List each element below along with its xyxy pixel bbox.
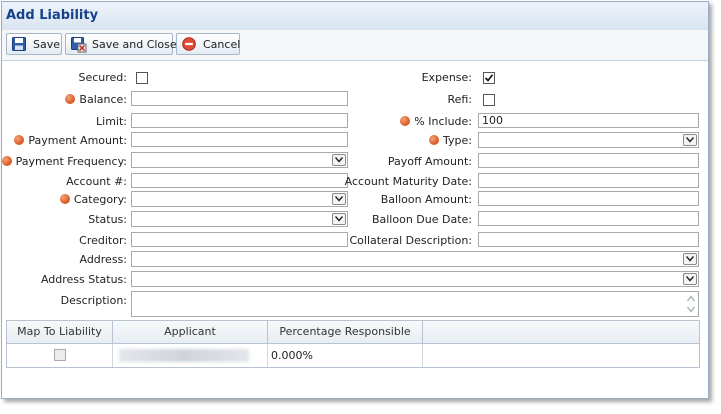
chevron-down-icon[interactable] (332, 213, 346, 225)
account-maturity-date-input[interactable] (478, 173, 699, 188)
balloon-due-date-input[interactable] (478, 211, 699, 226)
description-textarea[interactable] (131, 291, 699, 317)
category-select[interactable] (131, 191, 348, 207)
chevron-down-icon[interactable] (683, 273, 697, 285)
required-marker-icon (429, 135, 440, 145)
applicant-cell (113, 344, 268, 367)
grid-header-percentage-responsible[interactable]: Percentage Responsible (268, 321, 423, 343)
include-label-wrap: % Include: (400, 115, 472, 128)
cancel-button-label: Cancel (203, 38, 241, 51)
required-marker-icon (65, 94, 76, 104)
collateral-description-input[interactable] (478, 232, 699, 247)
payment-amount-label: Payment Amount: (28, 134, 127, 147)
secured-checkbox[interactable] (136, 72, 148, 84)
applicant-grid: Map To Liability Applicant Percentage Re… (6, 320, 700, 368)
limit-label: Limit: (96, 115, 127, 128)
balloon-amount-input[interactable] (478, 191, 699, 206)
payment-frequency-label-wrap: Payment Frequency: (1, 155, 127, 168)
grid-header: Map To Liability Applicant Percentage Re… (7, 321, 699, 344)
expense-label: Expense: (421, 71, 472, 84)
include-label: % Include: (414, 115, 472, 128)
save-and-close-button-label: Save and Close (92, 38, 177, 51)
chevron-down-icon[interactable] (332, 154, 346, 166)
type-select[interactable] (478, 132, 699, 148)
balloon-due-date-label: Balloon Due Date: (371, 213, 472, 226)
required-marker-icon (400, 116, 411, 126)
status-select[interactable] (131, 211, 348, 227)
status-label: Status: (88, 213, 127, 226)
map-to-liability-cell (7, 344, 113, 367)
map-to-liability-checkbox[interactable] (54, 349, 66, 361)
type-label-wrap: Type: (429, 134, 472, 147)
dialog-title: Add Liability (6, 8, 99, 23)
payoff-amount-label: Payoff Amount: (387, 155, 472, 168)
balance-input[interactable] (131, 91, 348, 106)
cancel-icon (182, 37, 196, 51)
creditor-label: Creditor: (79, 234, 127, 247)
category-label-wrap: Category: (59, 193, 127, 206)
save-button[interactable]: Save (6, 33, 62, 55)
address-label: Address: (79, 253, 127, 266)
textarea-scroll-arrows-icon[interactable] (686, 293, 696, 315)
percentage-responsible-cell: 0.000% (268, 344, 423, 367)
address-select[interactable] (131, 251, 699, 267)
payment-frequency-select[interactable] (131, 152, 348, 168)
required-marker-icon (59, 194, 70, 204)
address-status-select[interactable] (131, 271, 699, 287)
dialog-title-bar: Add Liability (2, 2, 708, 31)
secured-label: Secured: (78, 71, 127, 84)
expense-checkbox[interactable] (483, 72, 495, 84)
account-number-input[interactable] (131, 173, 348, 188)
required-marker-icon (14, 135, 25, 145)
address-status-label: Address Status: (40, 273, 127, 286)
add-liability-dialog: Add Liability Save Save and Close Cancel… (1, 1, 709, 399)
cancel-button[interactable]: Cancel (176, 33, 240, 55)
balance-label-wrap: Balance: (65, 93, 127, 106)
type-label: Type: (443, 134, 472, 147)
collateral-description-label: Collateral Description: (349, 234, 472, 247)
payoff-amount-input[interactable] (478, 153, 699, 168)
floppy-disk-icon (12, 37, 26, 51)
save-button-label: Save (33, 38, 61, 51)
payment-frequency-label: Payment Frequency: (15, 155, 127, 168)
redacted-applicant-name (119, 349, 249, 362)
include-percent-input[interactable]: 100 (478, 113, 699, 128)
chevron-down-icon[interactable] (332, 193, 346, 205)
balloon-amount-label: Balloon Amount: (380, 193, 472, 206)
account-maturity-date-label: Account Maturity Date: (344, 175, 472, 188)
grid-header-map-to-liability[interactable]: Map To Liability (7, 321, 113, 343)
required-marker-icon (1, 156, 12, 166)
account-number-label: Account #: (66, 175, 127, 188)
creditor-input[interactable] (131, 232, 348, 247)
floppy-disk-close-icon (71, 37, 87, 53)
refi-label: Refi: (447, 93, 472, 106)
payment-amount-label-wrap: Payment Amount: (14, 134, 127, 147)
payment-amount-input[interactable] (131, 132, 348, 147)
chevron-down-icon[interactable] (683, 253, 697, 265)
limit-input[interactable] (131, 113, 348, 128)
description-label: Description: (60, 294, 127, 307)
chevron-down-icon[interactable] (683, 134, 697, 146)
balance-label: Balance: (79, 93, 127, 106)
refi-checkbox[interactable] (483, 94, 495, 106)
grid-header-applicant[interactable]: Applicant (113, 321, 268, 343)
save-and-close-button[interactable]: Save and Close (65, 33, 177, 55)
category-label: Category: (73, 193, 127, 206)
table-row[interactable]: 0.000% (7, 344, 699, 367)
checkmark-icon (484, 74, 494, 82)
toolbar: Save Save and Close Cancel (2, 30, 708, 61)
